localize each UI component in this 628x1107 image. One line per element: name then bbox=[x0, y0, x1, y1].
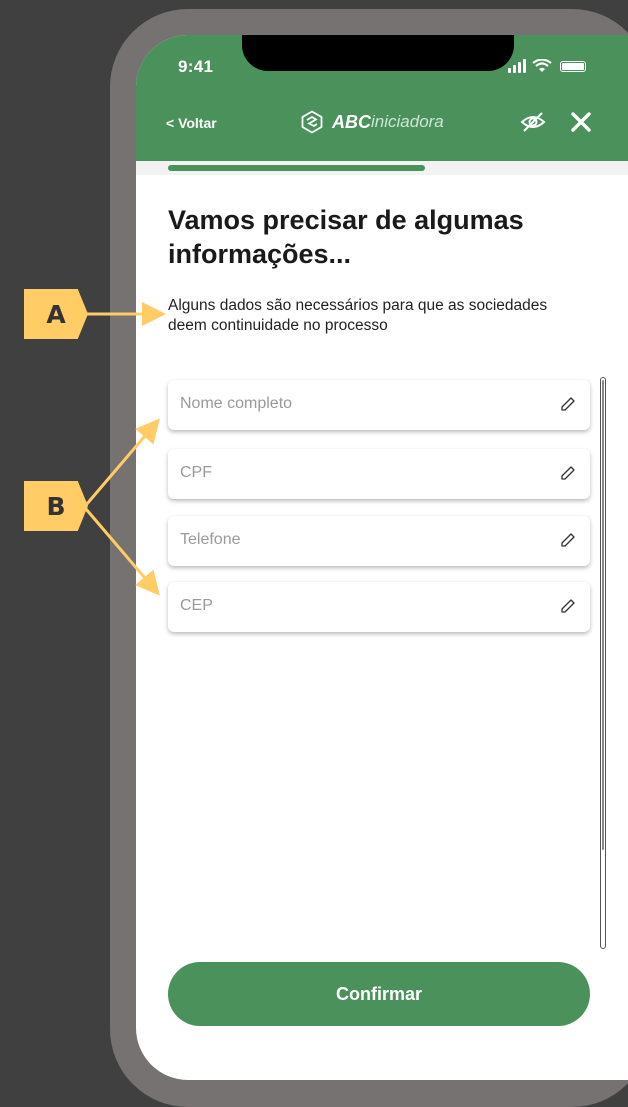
annotation-label-a: A bbox=[24, 289, 88, 339]
phone-notch bbox=[242, 35, 514, 71]
eye-off-icon[interactable] bbox=[520, 111, 546, 133]
page-title: Vamos precisar de algumas informações... bbox=[168, 205, 524, 269]
cep-field[interactable]: CEP bbox=[168, 582, 590, 632]
pencil-icon bbox=[561, 397, 575, 411]
pencil-icon bbox=[561, 533, 575, 547]
back-button[interactable]: < Voltar bbox=[166, 115, 217, 131]
phone-screen: 9:41 < Voltar ABC iniciadora Vamos preci… bbox=[136, 35, 628, 1080]
name-field-placeholder: Nome completo bbox=[180, 395, 293, 412]
brand-logo: ABC iniciadora bbox=[300, 109, 444, 135]
cpf-field-placeholder: CPF bbox=[180, 464, 212, 481]
wifi-icon bbox=[532, 59, 552, 72]
pencil-icon bbox=[561, 466, 575, 480]
signal-icon bbox=[513, 65, 516, 73]
scrollbar-thumb[interactable] bbox=[602, 380, 604, 850]
progress-bar bbox=[136, 161, 628, 175]
phone-field[interactable]: Telefone bbox=[168, 516, 590, 566]
progress-fill bbox=[168, 165, 425, 171]
brand-name-bold: ABC bbox=[332, 111, 371, 132]
logo-icon bbox=[301, 110, 323, 134]
phone-field-placeholder: Telefone bbox=[180, 531, 241, 548]
app-header: 9:41 < Voltar ABC iniciadora bbox=[136, 35, 628, 161]
brand-name-light: iniciadora bbox=[371, 112, 444, 131]
signal-icon bbox=[523, 59, 526, 73]
signal-icon bbox=[518, 62, 521, 73]
signal-icon bbox=[508, 68, 511, 73]
battery-icon bbox=[560, 61, 586, 72]
page-subtitle: Alguns dados são necessários para que as… bbox=[168, 297, 548, 334]
name-field[interactable]: Nome completo bbox=[168, 380, 590, 430]
confirm-button[interactable]: Confirmar bbox=[168, 962, 590, 1026]
annotation-label-b: B bbox=[24, 481, 88, 531]
close-icon[interactable] bbox=[570, 111, 592, 133]
status-icons bbox=[508, 59, 598, 73]
cep-field-placeholder: CEP bbox=[180, 597, 213, 614]
cpf-field[interactable]: CPF bbox=[168, 449, 590, 499]
scrollbar[interactable] bbox=[600, 377, 606, 949]
pencil-icon bbox=[561, 599, 575, 613]
status-time: 9:41 bbox=[178, 57, 214, 76]
